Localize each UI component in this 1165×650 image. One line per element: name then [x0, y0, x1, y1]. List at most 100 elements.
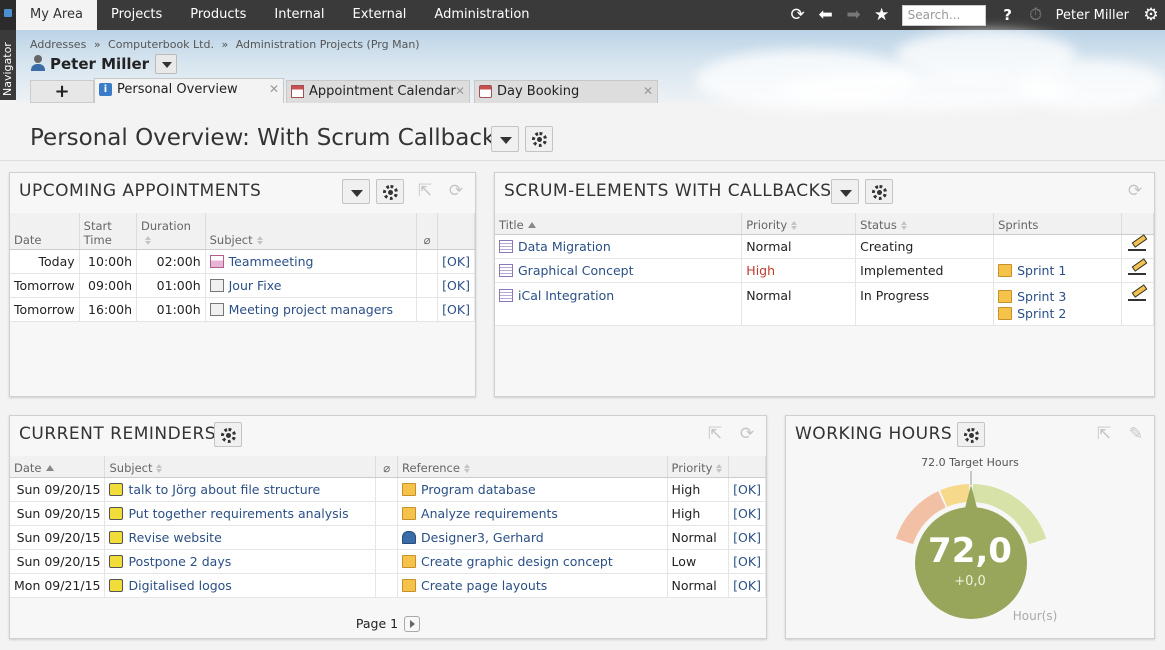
column-header-date[interactable]: Date [10, 213, 80, 250]
priority-cell: Normal [667, 573, 730, 598]
export-icon[interactable]: ⇱ [705, 424, 725, 444]
column-header-priority[interactable]: Priority [667, 456, 730, 478]
subject-cell: Jour Fixe [205, 273, 417, 298]
breadcrumb-company[interactable]: Computerbook Ltd. [108, 38, 214, 51]
subject-link[interactable]: Put together requirements analysis [128, 506, 348, 521]
close-tab-icon[interactable]: ✕ [643, 84, 653, 98]
tab-appointment-calendar[interactable]: Appointment Calendar ✕ [286, 80, 470, 103]
title-link[interactable]: iCal Integration [518, 288, 614, 303]
page-dropdown-button[interactable] [491, 126, 519, 152]
clock-calendar-icon [479, 85, 492, 98]
ok-link[interactable]: [OK] [733, 554, 761, 569]
ok-link[interactable]: [OK] [733, 506, 761, 521]
edit-pencil-icon[interactable] [1128, 288, 1147, 301]
favorites-star-icon[interactable]: ★ [868, 0, 896, 30]
attachment-column-icon[interactable]: ⌀ [375, 456, 399, 478]
title-link[interactable]: Data Migration [518, 239, 611, 254]
attachment-cell [375, 573, 399, 598]
column-header-date[interactable]: Date [10, 456, 106, 478]
panel-settings-button[interactable] [865, 179, 893, 204]
panel-header: UPCOMING APPOINTMENTS ⇱ ⟳ [10, 173, 475, 211]
panel-settings-button[interactable] [376, 179, 404, 204]
help-icon[interactable]: ? [994, 0, 1022, 30]
ok-link[interactable]: [OK] [733, 530, 761, 545]
menu-projects[interactable]: Projects [97, 0, 176, 30]
search-input[interactable]: Search... [901, 4, 986, 26]
person-dropdown-button[interactable] [155, 54, 178, 74]
close-tab-icon[interactable]: ✕ [455, 84, 465, 98]
subject-link[interactable]: Meeting project managers [229, 302, 393, 317]
gauge-arc-mid [940, 484, 970, 508]
tab-day-booking[interactable]: Day Booking ✕ [474, 80, 658, 103]
refresh-icon[interactable]: ⟳ [737, 424, 757, 444]
next-page-button[interactable] [404, 616, 421, 632]
ok-link[interactable]: [OK] [442, 278, 470, 293]
edit-pencil-icon[interactable] [1128, 238, 1147, 251]
panel-settings-button[interactable] [214, 422, 242, 447]
ok-link[interactable]: [OK] [442, 302, 470, 317]
subject-link[interactable]: Digitalised logos [128, 578, 231, 593]
menu-administration[interactable]: Administration [420, 0, 543, 30]
column-header-subject[interactable]: Subject [205, 213, 417, 250]
reminder-icon [109, 554, 124, 568]
table-row: Data Migration Normal Creating [495, 234, 1155, 259]
menu-products[interactable]: Products [176, 0, 260, 30]
reference-link[interactable]: Program database [421, 482, 536, 497]
ok-link[interactable]: [OK] [442, 254, 470, 269]
user-name[interactable]: Peter Miller [1050, 8, 1137, 23]
subject-link[interactable]: Revise website [128, 530, 221, 545]
settings-gear-icon[interactable]: ⚙ [1137, 0, 1165, 30]
title-link[interactable]: Graphical Concept [518, 263, 634, 278]
reference-cell: Program database [397, 477, 668, 502]
stopwatch-icon[interactable]: ⏱ [1022, 0, 1050, 30]
tab-personal-overview[interactable]: i Personal Overview ✕ [94, 78, 284, 103]
column-header-reference[interactable]: Reference [397, 456, 668, 478]
reference-link[interactable]: Create page layouts [421, 578, 547, 593]
date-cell: Mon 09/21/15 [10, 573, 106, 598]
reference-link[interactable]: Create graphic design concept [421, 554, 613, 569]
edit-pencil-icon[interactable] [1128, 262, 1147, 275]
gear-icon [964, 428, 979, 443]
menu-internal[interactable]: Internal [260, 0, 338, 30]
ok-link[interactable]: [OK] [733, 578, 761, 593]
menu-my-area[interactable]: My Area [16, 0, 97, 30]
subject-link[interactable]: Teammeeting [229, 254, 314, 269]
panel-dropdown-button[interactable] [831, 179, 859, 204]
breadcrumb-addresses[interactable]: Addresses [30, 38, 86, 51]
column-header-status[interactable]: Status [855, 213, 995, 235]
panel-settings-button[interactable] [957, 422, 985, 447]
breadcrumb-project[interactable]: Administration Projects (Prg Man) [236, 38, 420, 51]
menu-external[interactable]: External [338, 0, 420, 30]
column-header-title[interactable]: Title [495, 213, 743, 235]
export-icon[interactable]: ⇱ [1094, 424, 1114, 444]
subject-link[interactable]: Jour Fixe [229, 278, 282, 293]
sprint-link[interactable]: Sprint 2 [1017, 306, 1066, 321]
column-header-subject[interactable]: Subject [104, 456, 377, 478]
panel-dropdown-button[interactable] [342, 179, 370, 204]
refresh-icon[interactable]: ⟳ [446, 181, 466, 201]
sprint-link[interactable]: Sprint 1 [1017, 263, 1066, 278]
column-header-sprints[interactable]: Sprints [993, 213, 1122, 235]
ok-link[interactable]: [OK] [733, 482, 761, 497]
refresh-icon[interactable]: ⟳ [1125, 181, 1145, 201]
close-tab-icon[interactable]: ✕ [269, 82, 279, 96]
reference-link[interactable]: Analyze requirements [421, 506, 558, 521]
column-header-duration[interactable]: Duration [136, 213, 206, 250]
subject-link[interactable]: talk to Jörg about file structure [128, 482, 320, 497]
forward-arrow-icon[interactable]: ➡ [840, 0, 868, 30]
subject-link[interactable]: Postpone 2 days [128, 554, 231, 569]
navigator-sidebar[interactable]: Navigator [0, 30, 16, 100]
page-settings-button[interactable] [525, 126, 553, 152]
reminder-icon [109, 482, 124, 496]
attachment-column-icon[interactable]: ⌀ [416, 213, 439, 250]
sprints-cell: Sprint 3 Sprint 2 [993, 282, 1122, 326]
edit-pencil-icon[interactable]: ✎ [1126, 424, 1146, 444]
column-header-priority[interactable]: Priority [741, 213, 857, 235]
export-icon[interactable]: ⇱ [415, 181, 435, 201]
add-tab-button[interactable]: + [30, 80, 94, 103]
refresh-icon[interactable]: ⟳ [784, 0, 812, 30]
column-header-start-time[interactable]: Start Time [79, 213, 138, 250]
reference-link[interactable]: Designer3, Gerhard [421, 530, 544, 545]
back-arrow-icon[interactable]: ⬅ [812, 0, 840, 30]
sprint-link[interactable]: Sprint 3 [1017, 289, 1066, 304]
